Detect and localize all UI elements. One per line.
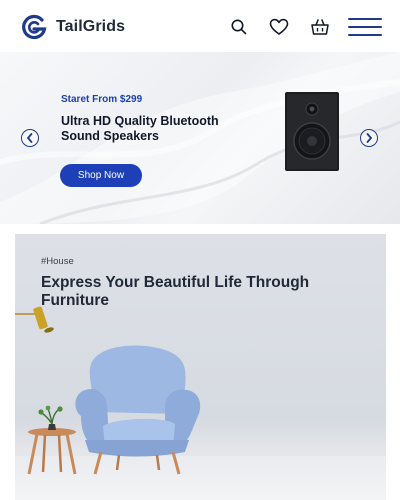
brand-name: TailGrids xyxy=(56,18,126,35)
furniture-promo-banner[interactable]: #House Express Your Beautiful Life Throu… xyxy=(15,234,386,500)
hero-banner: Staret From $299 Ultra HD Quality Blueto… xyxy=(0,52,400,224)
shop-now-button[interactable]: Shop Now xyxy=(60,164,142,187)
hero-title: Ultra HD Quality Bluetooth Sound Speaker… xyxy=(61,114,219,143)
tailgrids-logo-icon xyxy=(22,14,47,40)
heart-icon[interactable] xyxy=(268,16,290,38)
hero-price-kicker: Staret From $299 xyxy=(61,94,143,105)
next-slide-button[interactable] xyxy=(360,129,378,147)
search-icon[interactable] xyxy=(228,16,250,38)
site-header: TailGrids xyxy=(0,0,400,52)
menu-icon[interactable] xyxy=(348,16,382,38)
brand-logo[interactable]: TailGrids xyxy=(20,14,125,40)
promo-tag: #House xyxy=(41,256,74,267)
promo-title: Express Your Beautiful Life Through Furn… xyxy=(41,274,310,309)
previous-slide-button[interactable] xyxy=(21,129,39,147)
speaker-product-image xyxy=(285,92,339,171)
basket-icon[interactable] xyxy=(309,16,331,38)
